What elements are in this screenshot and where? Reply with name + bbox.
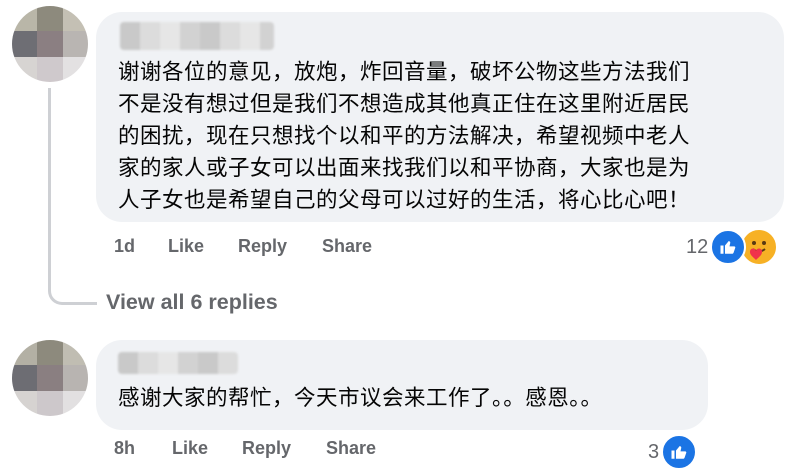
comment-text: 感谢大家的帮忙，今天市议会来工作了。。感恩。。 (118, 386, 603, 410)
author-name-blurred[interactable] (120, 22, 274, 50)
reaction-count: 12 (686, 235, 709, 258)
comment-timestamp[interactable]: 1d (114, 236, 135, 257)
reaction-summary[interactable]: 3 (648, 434, 698, 470)
avatar[interactable] (12, 340, 88, 416)
reply-button[interactable]: Reply (242, 438, 291, 459)
avatar[interactable] (12, 6, 88, 82)
reply-button[interactable]: Reply (238, 236, 287, 257)
like-button[interactable]: Like (172, 438, 208, 459)
reply-thread-line (48, 88, 97, 305)
comment-bubble: 感谢大家的帮忙，今天市议会来工作了。。感恩。。 (96, 340, 708, 430)
like-icon (710, 229, 747, 265)
share-button[interactable]: Share (322, 236, 372, 257)
like-button[interactable]: Like (168, 236, 204, 257)
share-button[interactable]: Share (326, 438, 376, 459)
comment-bubble: 谢谢各位的意见，放炮，炸回音量，破坏公物这些方法我们 不是没有想过但是我们不想造… (96, 12, 784, 222)
view-replies-link[interactable]: View all 6 replies (106, 290, 278, 315)
comment-timestamp[interactable]: 8h (114, 438, 135, 459)
like-icon (661, 434, 698, 470)
reaction-summary[interactable]: 12 (686, 228, 779, 266)
comment-text: 谢谢各位的意见，放炮，炸回音量，破坏公物这些方法我们 不是没有想过但是我们不想造… (118, 60, 691, 212)
reaction-count: 3 (648, 440, 660, 463)
author-name-blurred[interactable] (118, 352, 238, 374)
